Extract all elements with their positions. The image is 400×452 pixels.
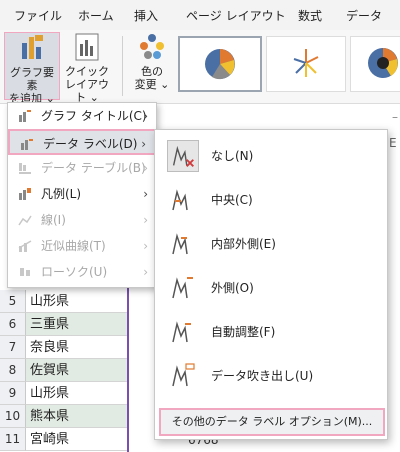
menu-item-lines[interactable]: 線(I) › (8, 207, 156, 233)
chevron-right-icon: › (143, 213, 148, 227)
ribbon-tab-bar: ファイル ホーム 挿入 ページ レイアウト 数式 データ (0, 0, 400, 30)
chart-style-thumbnail-3[interactable] (350, 36, 400, 92)
row-number[interactable]: 10 (0, 405, 26, 428)
up-down-bars-icon (20, 268, 30, 276)
doughnut-chart-style-icon (368, 48, 398, 78)
trendline-icon (18, 240, 32, 252)
label-outside-end-icon (172, 277, 193, 299)
menu-label: データ ラベル(D) (43, 137, 138, 151)
label-inside-end-icon (172, 233, 188, 255)
menu-label: 線(I) (41, 213, 66, 227)
cell-a5[interactable]: 山形県 (26, 290, 127, 313)
menu-label: 近似曲線(T) (41, 239, 106, 253)
quick-layout-button[interactable]: クイック レイアウト ⌄ (62, 32, 112, 104)
menu-item-trendline[interactable]: 近似曲線(T) › (8, 233, 156, 259)
quick-layout-icon (75, 33, 99, 61)
menu-label: データ吹き出し(U) (211, 369, 314, 383)
label-center-icon (172, 189, 188, 211)
hidden-cell-mark: – (392, 110, 398, 124)
menu-label: ローソク(U) (41, 265, 108, 279)
menu-item-label-callout[interactable]: データ吹き出し(U) (155, 354, 387, 398)
data-table-icon (19, 163, 31, 174)
chart-style-thumbnail-2[interactable] (266, 36, 346, 92)
tab-insert[interactable]: 挿入 (134, 7, 158, 24)
label-callout-icon (172, 363, 195, 387)
chart-title-icon (19, 110, 31, 122)
cell-a7[interactable]: 奈良県 (26, 336, 127, 359)
chart-style-thumbnail-1[interactable] (178, 36, 262, 92)
tab-formulas[interactable]: 数式 (298, 7, 322, 24)
chevron-right-icon: › (143, 161, 148, 175)
chevron-right-icon: › (143, 109, 148, 123)
color-palette-icon (140, 34, 164, 59)
menu-item-label-none[interactable]: なし(N) (155, 134, 387, 178)
chevron-right-icon: › (143, 265, 148, 279)
cell-a6[interactable]: 三重県 (26, 313, 127, 336)
cell-a11[interactable]: 宮崎県 (26, 428, 127, 451)
row-number[interactable]: 8 (0, 359, 26, 382)
cell-a9[interactable]: 山形県 (26, 382, 127, 405)
add-chart-element-icon (22, 35, 43, 59)
pie-chart-style-icon (205, 49, 235, 80)
label-best-fit-icon (172, 321, 191, 343)
menu-label: グラフ タイトル(C) (41, 109, 147, 123)
row-number[interactable]: 5 (0, 290, 26, 313)
cell-a8[interactable]: 佐賀県 (26, 359, 127, 382)
menu-item-chart-title[interactable]: グラフ タイトル(C) › (8, 103, 156, 129)
tab-page-layout[interactable]: ページ レイアウト (186, 7, 286, 24)
menu-item-label-center[interactable]: 中央(C) (155, 178, 387, 222)
menu-item-label-outside-end[interactable]: 外側(O) (155, 266, 387, 310)
menu-item-label-inside-end[interactable]: 内部外側(E) (155, 222, 387, 266)
more-data-label-options-button[interactable]: その他のデータ ラベル オプション(M)... (159, 408, 385, 436)
quick-layout-label: クイック レイアウト ⌄ (65, 65, 109, 104)
chevron-right-icon: › (143, 239, 148, 253)
menu-item-label-best-fit[interactable]: 自動調整(F) (155, 310, 387, 354)
tab-file[interactable]: ファイル (14, 7, 62, 24)
menu-label: 凡例(L) (41, 187, 82, 201)
menu-item-data-table[interactable]: データ テーブル(B) › (8, 155, 156, 181)
label-none-icon (167, 140, 199, 172)
tab-home[interactable]: ホーム (78, 7, 114, 24)
menu-item-up-down-bars[interactable]: ローソク(U) › (8, 259, 156, 285)
add-chart-element-label: グラフ要素 を追加 ⌄ (9, 66, 55, 105)
pie-chart-style-icon (293, 49, 319, 77)
chevron-right-icon: › (143, 187, 148, 201)
column-header-e[interactable]: E (389, 136, 397, 150)
lines-icon (18, 215, 32, 226)
cell-a10[interactable]: 熊本県 (26, 405, 127, 428)
ribbon-separator (122, 36, 123, 96)
row-number[interactable]: 6 (0, 313, 26, 336)
ribbon: グラフ要素 を追加 ⌄ クイック レイアウト ⌄ 色の 変更 ⌄ (0, 30, 400, 105)
data-labels-submenu: なし(N) 中央(C) 内部外側(E) 外側(O) 自動調整(F) データ吹き出… (154, 129, 388, 440)
menu-label: 外側(O) (211, 281, 254, 295)
row-number[interactable]: 11 (0, 428, 26, 451)
menu-label: データ テーブル(B) (41, 161, 146, 175)
data-labels-icon (21, 139, 33, 150)
menu-item-legend[interactable]: 凡例(L) › (8, 181, 156, 207)
chevron-right-icon: › (141, 137, 146, 151)
row-number[interactable]: 9 (0, 382, 26, 405)
change-color-label: 色の 変更 ⌄ (134, 65, 170, 91)
legend-icon (19, 188, 31, 200)
change-color-button[interactable]: 色の 変更 ⌄ (130, 32, 174, 100)
add-chart-element-button[interactable]: グラフ要素 を追加 ⌄ (4, 32, 60, 105)
row-number[interactable]: 7 (0, 336, 26, 359)
menu-label: 中央(C) (211, 193, 253, 207)
menu-item-data-labels[interactable]: データ ラベル(D) › (8, 129, 156, 155)
menu-label: 内部外側(E) (211, 237, 276, 251)
menu-label: 自動調整(F) (211, 325, 276, 339)
menu-label: なし(N) (211, 149, 254, 163)
add-chart-element-menu: グラフ タイトル(C) › データ ラベル(D) › データ テーブル(B) ›… (7, 102, 157, 288)
tab-data[interactable]: データ (346, 7, 382, 24)
